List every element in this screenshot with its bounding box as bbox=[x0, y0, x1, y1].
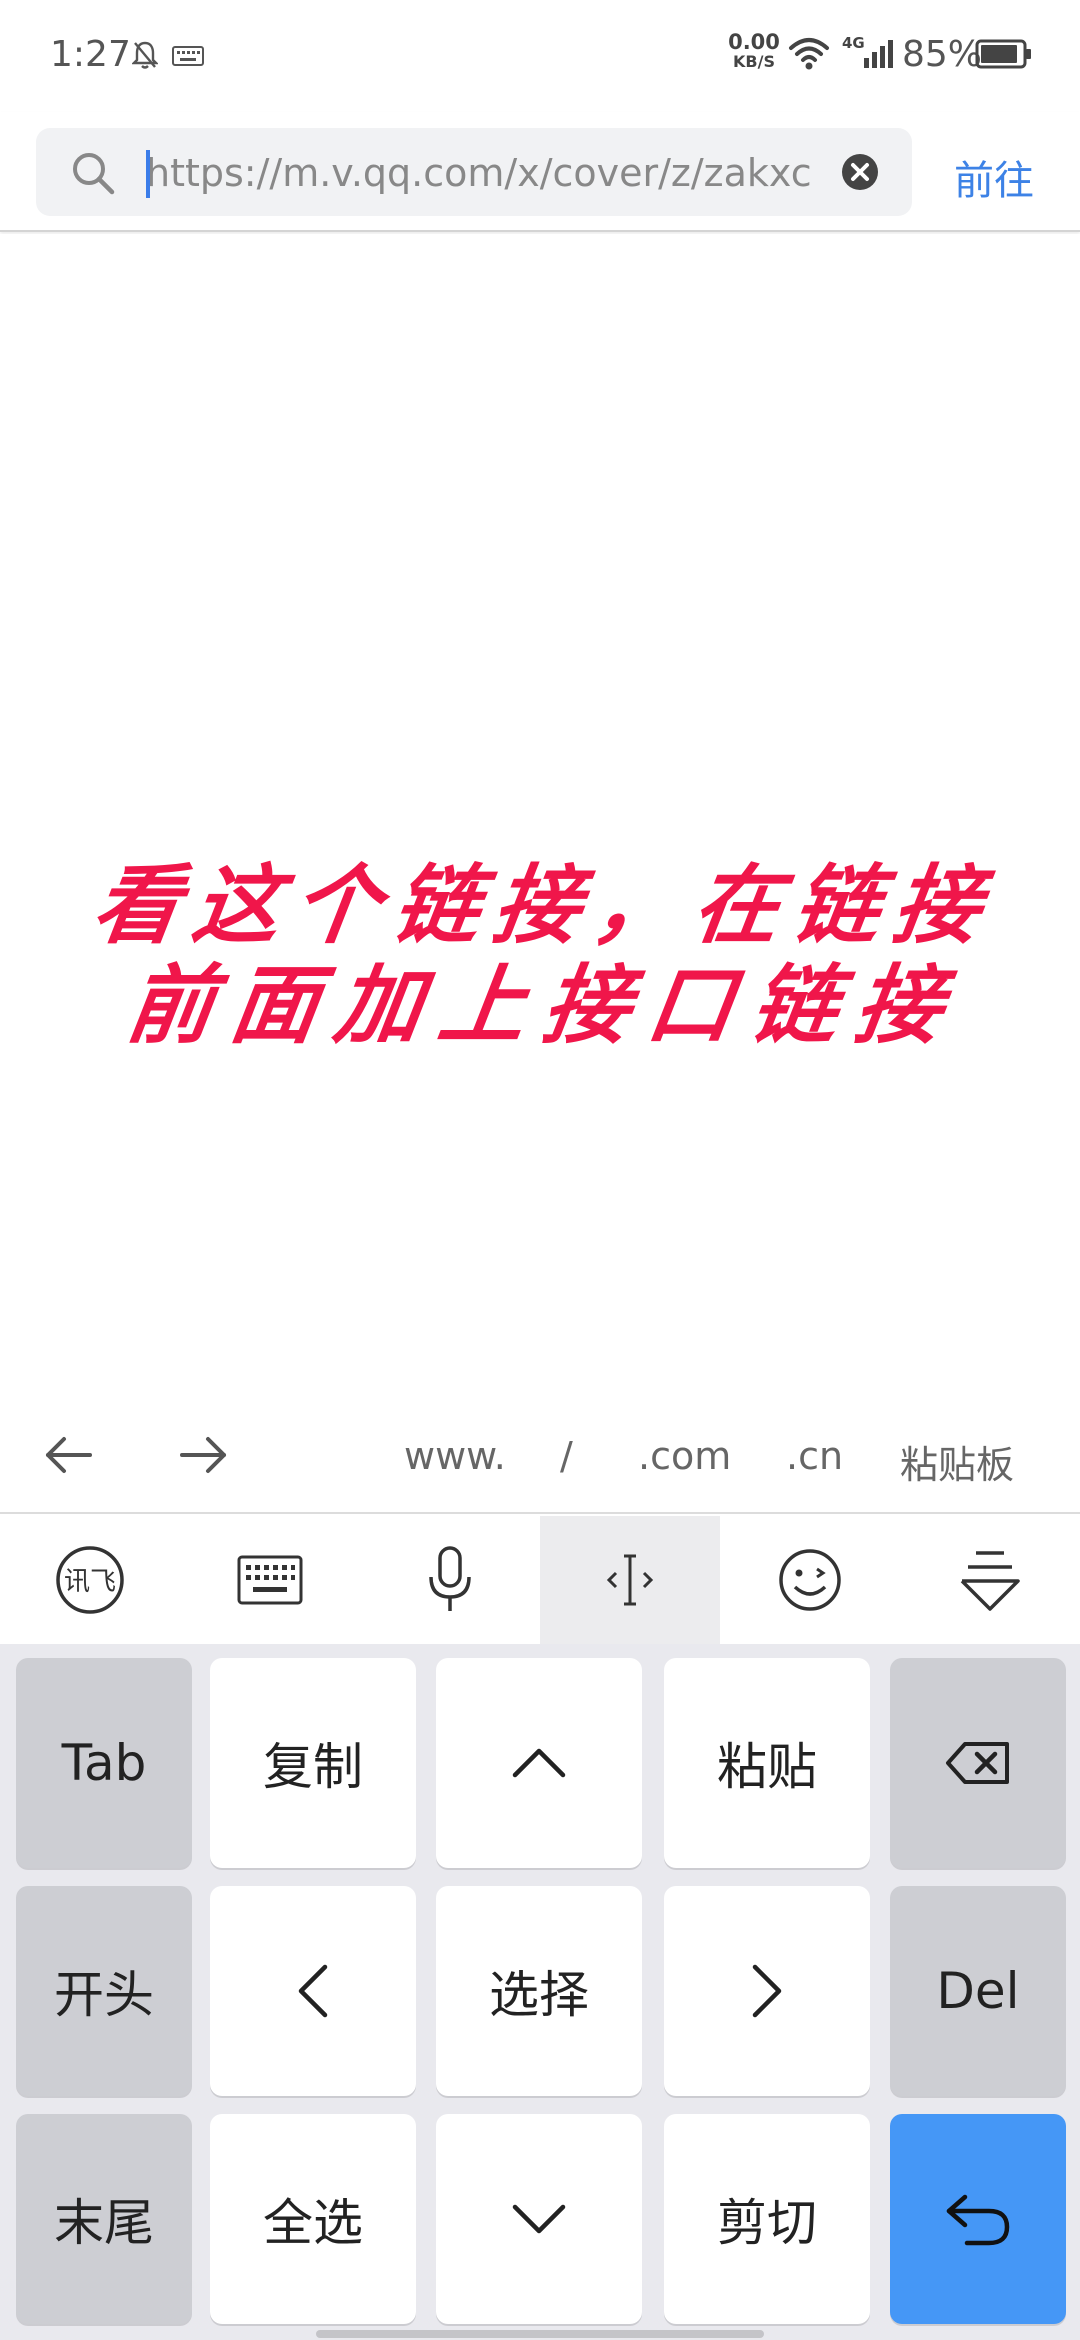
address-bar[interactable]: https://m.v.qq.com/x/cover/z/zakxc bbox=[36, 128, 912, 216]
input-suggestion-bar: www. / .com .cn 粘贴板 bbox=[0, 1404, 1080, 1514]
address-bar-row: https://m.v.qq.com/x/cover/z/zakxc 前往 bbox=[0, 112, 1080, 232]
signal-icon bbox=[862, 38, 894, 74]
cursor-left-key[interactable] bbox=[210, 1886, 416, 2096]
search-icon bbox=[70, 150, 116, 200]
text-cursor bbox=[146, 150, 150, 198]
cursor-up-key[interactable] bbox=[436, 1658, 642, 1868]
clipboard-button[interactable]: 粘贴板 bbox=[900, 1434, 1014, 1489]
network-speed-unit: KB/S bbox=[733, 52, 775, 71]
delete-key[interactable]: Del bbox=[890, 1886, 1066, 2096]
select-all-key[interactable]: 全选 bbox=[210, 2114, 416, 2324]
line-start-key[interactable]: 开头 bbox=[16, 1886, 192, 2096]
paste-key[interactable]: 粘贴 bbox=[664, 1658, 870, 1868]
return-icon bbox=[946, 2194, 1010, 2246]
annotation-line-2: 前面加上接口链接 bbox=[120, 955, 967, 1056]
home-indicator bbox=[316, 2330, 764, 2338]
battery-percent: 85% bbox=[902, 34, 983, 75]
emoji-icon[interactable] bbox=[720, 1516, 900, 1644]
tab-key[interactable]: Tab bbox=[16, 1658, 192, 1868]
battery-icon bbox=[975, 38, 1033, 74]
cursor-right-key[interactable] bbox=[664, 1886, 870, 2096]
svg-text:讯飞: 讯飞 bbox=[64, 1567, 116, 1597]
chevron-up-icon bbox=[512, 1748, 566, 1778]
suggestion-www[interactable]: www. bbox=[404, 1434, 506, 1478]
select-key[interactable]: 选择 bbox=[436, 1886, 642, 2096]
web-content bbox=[0, 234, 1080, 1394]
cursor-down-key[interactable] bbox=[436, 2114, 642, 2324]
chevron-left-icon bbox=[298, 1964, 328, 2018]
muted-bell-icon bbox=[131, 40, 159, 74]
keyboard-toolbar: 讯飞 bbox=[0, 1516, 1080, 1644]
cut-key[interactable]: 剪切 bbox=[664, 2114, 870, 2324]
forward-arrow-icon[interactable] bbox=[178, 1430, 228, 1484]
status-bar: 1:27 0.00 KB/S 4G 85% bbox=[0, 0, 1080, 112]
suggestion-com[interactable]: .com bbox=[638, 1434, 731, 1478]
suggestion-slash[interactable]: / bbox=[560, 1434, 573, 1478]
keyboard-status-icon bbox=[172, 46, 204, 70]
copy-key[interactable]: 复制 bbox=[210, 1658, 416, 1868]
microphone-icon[interactable] bbox=[360, 1516, 540, 1644]
status-time: 1:27 bbox=[50, 34, 131, 75]
chevron-right-icon bbox=[752, 1964, 782, 2018]
network-speed-value: 0.00 bbox=[728, 30, 780, 54]
url-input[interactable]: https://m.v.qq.com/x/cover/z/zakxc bbox=[146, 148, 836, 198]
chevron-down-icon bbox=[512, 2204, 566, 2234]
cursor-move-icon[interactable] bbox=[540, 1516, 720, 1644]
network-speed: 0.00 KB/S bbox=[726, 32, 782, 72]
clear-url-icon[interactable] bbox=[840, 152, 880, 196]
suggestion-cn[interactable]: .cn bbox=[786, 1434, 843, 1478]
go-button[interactable]: 前往 bbox=[954, 148, 1034, 206]
collapse-keyboard-icon[interactable] bbox=[900, 1516, 1080, 1644]
back-arrow-icon[interactable] bbox=[44, 1430, 94, 1484]
backspace-key[interactable] bbox=[890, 1658, 1066, 1868]
keyboard-icon[interactable] bbox=[180, 1516, 360, 1644]
wifi-icon bbox=[788, 36, 830, 74]
enter-key[interactable] bbox=[890, 2114, 1066, 2324]
backspace-icon bbox=[946, 1742, 1009, 1784]
line-end-key[interactable]: 末尾 bbox=[16, 2114, 192, 2324]
ifly-logo-icon[interactable]: 讯飞 bbox=[0, 1516, 180, 1644]
